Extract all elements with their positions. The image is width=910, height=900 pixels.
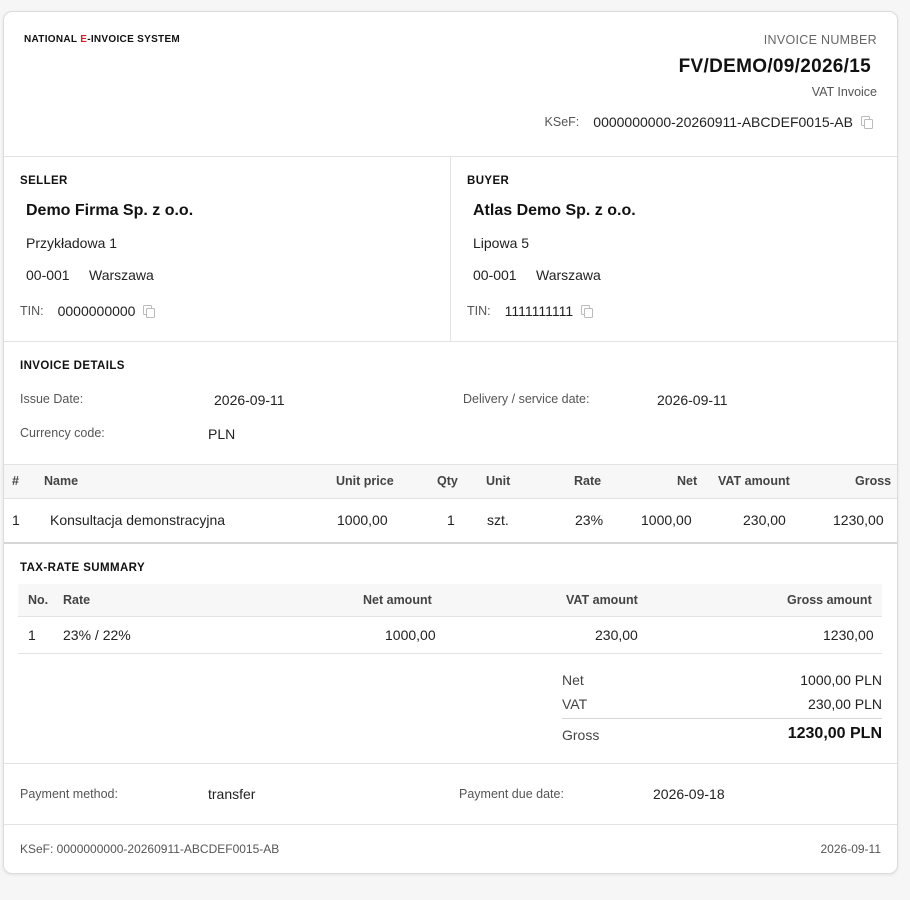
invoice-number-label: INVOICE NUMBER [763,33,877,47]
divider [4,542,897,544]
footer-ksef: KSeF: 0000000000-20260911-ABCDEF0015-AB [20,842,280,856]
payment-method-label: Payment method: [20,787,118,801]
col-unit-price: Unit price [336,474,394,488]
divider [4,824,897,825]
buyer-title: BUYER [467,175,510,187]
row-qty: 1 [447,512,455,528]
seller-title: SELLER [20,175,68,187]
issue-date-label: Issue Date: [20,392,84,406]
tax-row-rate: 23% / 22% [63,627,131,643]
row-vat-amount: 230,00 [743,512,786,528]
tax-row-no: 1 [28,627,36,643]
buyer-tin: 1111111111 [504,303,574,319]
col-rate: Rate [574,474,602,488]
col-gross: Gross [855,474,892,488]
payment-method: transfer [208,786,256,802]
col-unit: Unit [486,474,511,488]
row-name: Konsultacja demonstracyjna [50,512,226,528]
footer-date: 2026-09-11 [820,842,882,856]
row-gross: 1230,00 [833,512,884,528]
vat-total: 230,00 PLN [808,696,882,712]
brand-suffix: -INVOICE SYSTEM [87,34,181,45]
totals-box: Net 1000,00 PLN VAT 230,00 PLN Gross 123… [562,668,882,754]
tax-summary-title: TAX-RATE SUMMARY [20,562,146,574]
currency-label: Currency code: [20,426,105,440]
issue-date: 2026-09-11 [214,392,285,408]
buyer-name: Atlas Demo Sp. z o.o. [473,202,636,219]
payment-due-date: 2026-09-18 [653,786,725,802]
row-unit: szt. [487,512,509,528]
net-total: 1000,00 PLN [800,672,882,688]
col-no: No. [28,593,49,607]
vat-total-label: VAT [562,696,588,712]
col-rate: Rate [63,593,91,607]
invoice-number[interactable]: FV/DEMO/09/2026/15 [679,56,871,78]
col-number: # [12,474,19,488]
net-total-label: Net [562,672,584,688]
tax-row-net: 1000,00 [385,627,436,643]
delivery-date-label: Delivery / service date: [463,392,590,406]
payment-due-label: Payment due date: [459,787,564,801]
ksef-label: KSeF: [544,115,580,129]
divider [4,341,897,342]
gross-total-label: Gross [562,727,600,743]
copy-icon[interactable] [861,116,873,129]
party-divider [450,157,451,342]
tax-row-vat: 230,00 [595,627,638,643]
copy-icon[interactable] [143,305,156,318]
items-header: # Name Unit price Qty Unit Rate Net VAT … [4,465,897,498]
buyer-city: Warszawa [536,267,601,283]
table-row: 1 23% / 22% 1000,00 230,00 1230,00 [18,617,882,653]
invoice-type: VAT Invoice [811,85,877,99]
tax-summary-header: No. Rate Net amount VAT amount Gross amo… [18,584,882,616]
ksef-number: 0000000000-20260911-ABCDEF0015-AB [593,114,853,130]
row-number: 1 [12,512,20,528]
invoice-card: NATIONAL E-INVOICE SYSTEM INVOICE NUMBER… [3,11,898,874]
buyer-postal: 00-001 [473,267,517,283]
details-title: INVOICE DETAILS [20,360,125,372]
seller-tin-row: TIN: 0000000000 [20,303,156,319]
brand-logo: NATIONAL E-INVOICE SYSTEM [24,34,180,45]
seller-street: Przykładowa 1 [26,235,118,251]
seller-tin: 0000000000 [57,303,136,319]
divider [18,653,882,654]
table-row: 1 Konsultacja demonstracyjna 1000,00 1 s… [4,499,897,542]
copy-icon[interactable] [581,305,594,318]
buyer-tin-row: TIN: 1111111111 [467,303,594,319]
tax-row-gross: 1230,00 [823,627,874,643]
row-net: 1000,00 [641,512,692,528]
seller-postal: 00-001 [26,267,70,283]
divider [4,763,897,764]
seller-name: Demo Firma Sp. z o.o. [26,202,194,219]
seller-city: Warszawa [89,267,154,283]
buyer-tin-label: TIN: [467,304,491,318]
row-unit-price: 1000,00 [337,512,388,528]
col-vat-amount: VAT amount [718,474,790,488]
ksef-row: KSeF: 0000000000-20260911-ABCDEF0015-AB [545,114,873,130]
buyer-street: Lipowa 5 [473,235,530,251]
col-gross-amount: Gross amount [787,593,872,607]
gross-total: 1230,00 PLN [787,725,882,742]
col-qty: Qty [437,474,458,488]
seller-tin-label: TIN: [20,304,44,318]
col-name: Name [44,474,79,488]
currency: PLN [208,426,236,442]
divider [562,718,882,719]
delivery-date: 2026-09-11 [657,392,728,408]
row-rate: 23% [575,512,604,528]
col-net: Net [677,474,698,488]
col-vat-amount: VAT amount [566,593,638,607]
brand-prefix: NATIONAL [24,34,81,45]
col-net-amount: Net amount [363,593,432,607]
